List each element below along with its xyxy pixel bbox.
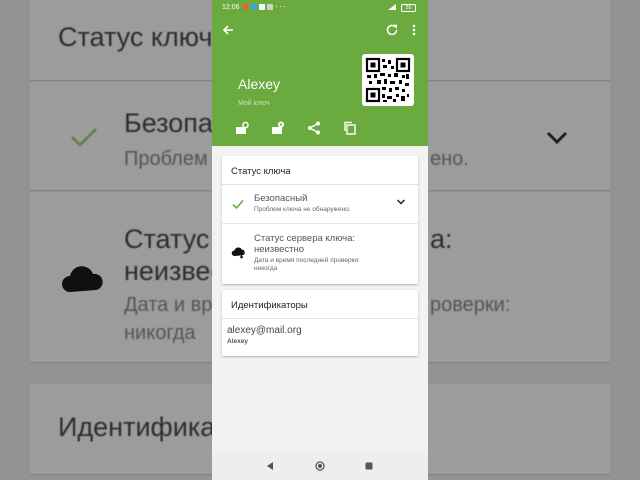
key-server-row: Статус сервера ключа: неизвестно Дата и …	[222, 224, 418, 284]
key-owner-subtitle: Мой ключ	[238, 100, 270, 107]
qr-code-icon	[365, 57, 411, 103]
copy-icon[interactable]	[342, 120, 358, 136]
more-vert-icon[interactable]	[408, 22, 420, 38]
notification-icon	[243, 4, 249, 10]
cloud-sync-icon	[231, 247, 245, 259]
key-owner-name: Alexey	[238, 76, 281, 92]
server-status-subtitle-line1: Дата и время последней проверки:	[254, 257, 360, 264]
notification-icon	[259, 4, 265, 10]
notification-icon	[251, 4, 257, 10]
server-status-title-line1: Статус сервера ключа:	[254, 233, 356, 244]
notification-icons	[243, 4, 273, 10]
more-notifications: ···	[275, 1, 287, 11]
key-status-card: Статус ключа Безопасный Проблем ключа не…	[222, 156, 418, 284]
server-status-subtitle-line2: никогда	[254, 265, 278, 272]
signal-icon	[388, 4, 396, 10]
arrow-left-icon[interactable]	[220, 22, 236, 38]
key-safe-row[interactable]: Безопасный Проблем ключа не обнаружено.	[222, 185, 418, 224]
key-sign-icon[interactable]	[270, 120, 286, 136]
key-safe-subtitle: Проблем ключа не обнаружено.	[254, 206, 351, 213]
key-safe-title: Безопасный	[254, 193, 308, 204]
key-actions	[234, 120, 358, 136]
identifiers-title: Идентификаторы	[222, 290, 418, 319]
notification-icon	[267, 4, 273, 10]
identifier-item[interactable]: alexey@mail.org Alexey	[222, 319, 418, 345]
key-status-title: Статус ключа	[222, 156, 418, 185]
key-export-icon[interactable]	[234, 120, 250, 136]
nav-home-icon[interactable]	[315, 461, 325, 471]
qr-code[interactable]	[362, 54, 414, 106]
phone-screen: 12:06 ··· 55 Alexey Мой ключ Статус ключ…	[212, 0, 428, 480]
identifiers-card: Идентификаторы alexey@mail.org Alexey	[222, 290, 418, 356]
server-status-title-line2: неизвестно	[254, 244, 305, 255]
refresh-icon[interactable]	[384, 22, 400, 38]
status-bar: 12:06 ··· 55	[212, 0, 428, 16]
key-header: Alexey Мой ключ	[212, 16, 428, 146]
nav-back-icon[interactable]	[265, 461, 275, 471]
battery-icon: 55	[401, 4, 416, 12]
check-icon	[232, 199, 244, 210]
nav-recents-icon[interactable]	[364, 461, 374, 471]
system-nav-bar	[212, 452, 428, 480]
share-icon[interactable]	[306, 120, 322, 136]
status-time: 12:06	[222, 4, 240, 11]
chevron-down-icon[interactable]	[396, 198, 406, 206]
identifier-email: alexey@mail.org	[227, 325, 302, 336]
identifier-name: Alexey	[227, 338, 248, 345]
